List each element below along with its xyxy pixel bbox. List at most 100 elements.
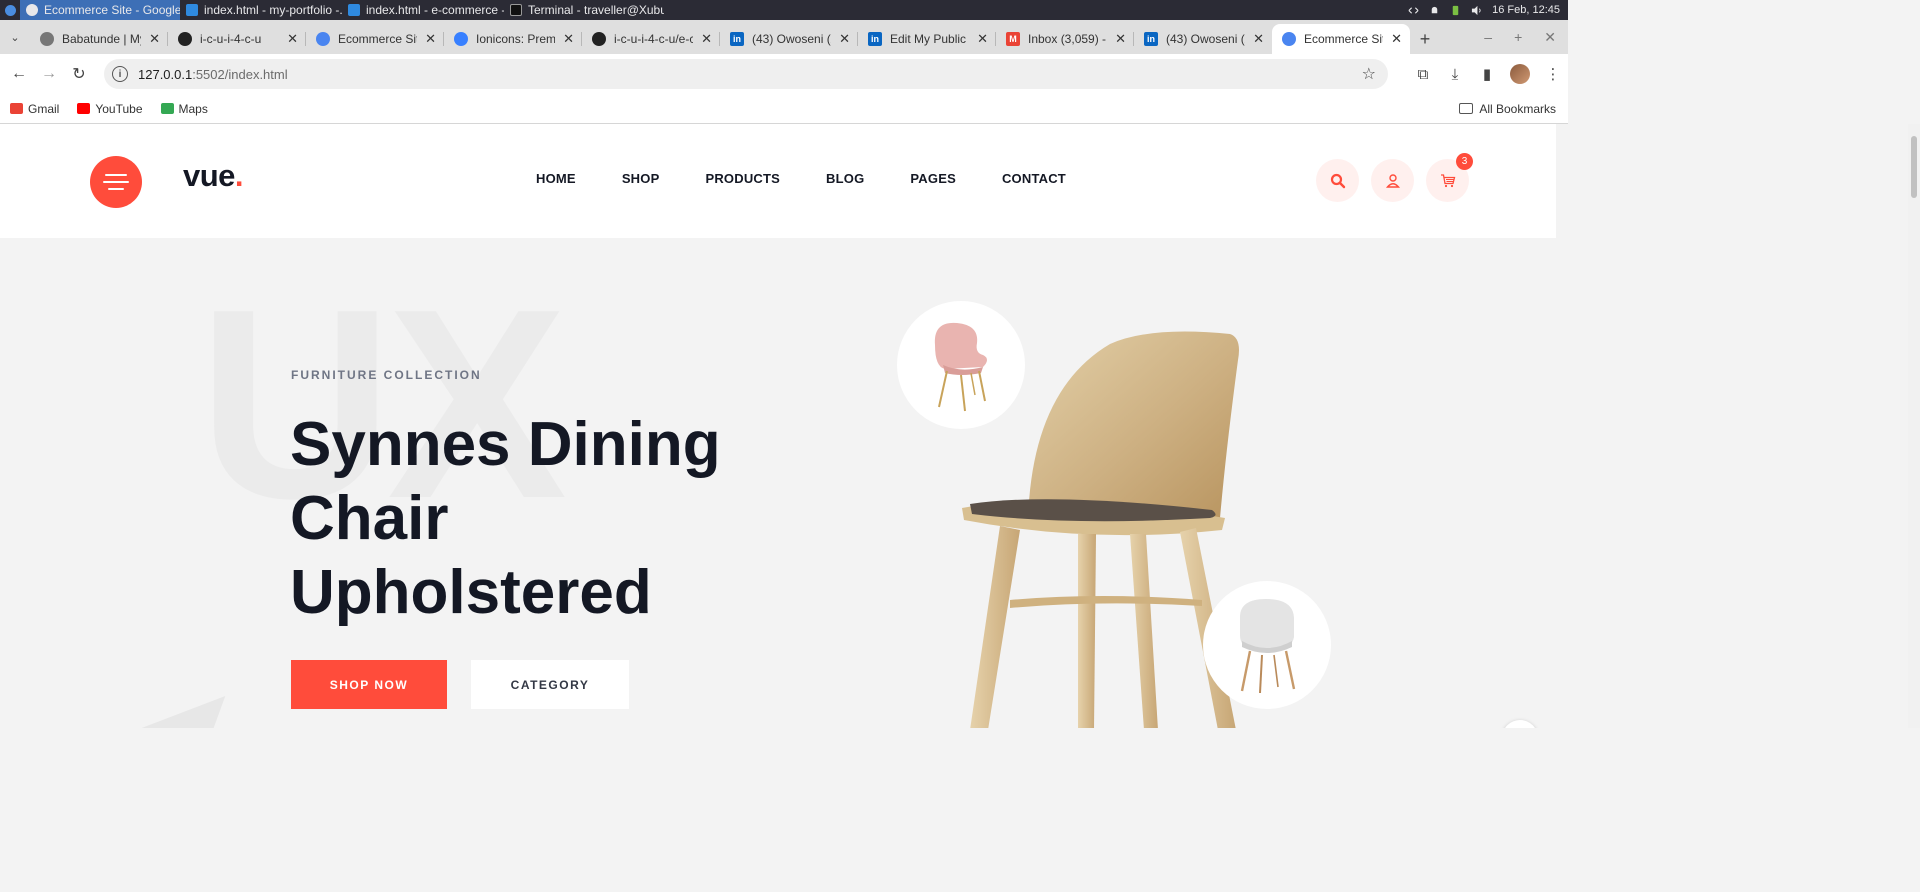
github-icon [178, 32, 192, 46]
network-icon[interactable] [1408, 5, 1419, 16]
browser-tab[interactable]: Ionicons: Premi ✕ [444, 24, 582, 54]
taskbar-item-terminal[interactable]: Terminal - traveller@Xubu... [504, 0, 664, 20]
minimize-icon[interactable]: – [1484, 29, 1492, 45]
window-controls: – + ✕ [1484, 20, 1568, 54]
linkedin-icon: in [868, 32, 882, 46]
extensions-icon[interactable]: ⧉ [1414, 65, 1432, 83]
product-thumbnail-white-chair[interactable] [1203, 581, 1331, 709]
bookmark-maps[interactable]: Maps [160, 102, 208, 116]
battery-icon[interactable] [1450, 5, 1461, 16]
globe-icon [40, 32, 54, 46]
tab-search-icon[interactable]: ⌄ [0, 20, 30, 54]
nav-link-shop[interactable]: SHOP [622, 171, 660, 186]
cart-count-badge: 3 [1456, 153, 1473, 170]
taskbar-item-vscode-ecommerce[interactable]: index.html - e-commerce -... [342, 0, 504, 20]
decorative-shape [120, 696, 226, 728]
gmail-icon: M [1006, 32, 1020, 46]
site-favicon-icon [1282, 32, 1296, 46]
white-chair-image [1240, 599, 1296, 693]
site-logo[interactable]: vue. [183, 158, 244, 194]
address-bar[interactable]: i 127.0.0.1:5502/index.html ☆ [104, 59, 1388, 89]
linkedin-icon: in [1144, 32, 1158, 46]
new-tab-button[interactable]: + [1410, 24, 1440, 54]
chrome-icon [26, 4, 38, 16]
clock[interactable]: 16 Feb, 12:45 [1492, 4, 1560, 16]
page-scrollbar[interactable] [1908, 124, 1920, 728]
browser-tab[interactable]: Babatunde | My ✕ [30, 24, 168, 54]
reload-icon[interactable]: ↻ [64, 59, 94, 89]
os-taskbar: Ecommerce Site - Google ... index.html -… [0, 0, 1568, 20]
browser-tab-active[interactable]: Ecommerce Site ✕ [1272, 24, 1410, 54]
cart-button[interactable]: 3 [1426, 153, 1473, 202]
more-menu-icon[interactable]: ⋮ [1544, 65, 1562, 83]
system-tray: 16 Feb, 12:45 [1408, 0, 1560, 20]
header-actions: 3 [1316, 153, 1473, 202]
account-button[interactable] [1371, 159, 1414, 202]
nav-link-home[interactable]: HOME [536, 171, 576, 186]
close-tab-icon[interactable]: ✕ [149, 31, 160, 47]
nav-link-blog[interactable]: BLOG [826, 171, 864, 186]
url-host: 127.0.0.1 [138, 66, 193, 82]
maps-icon [160, 103, 174, 114]
web-page: vue. HOME SHOP PRODUCTS BLOG PAGES CONTA… [0, 124, 1556, 728]
github-icon [592, 32, 606, 46]
hero-title: Synnes Dining Chair Upholstered [290, 410, 721, 627]
youtube-icon [77, 103, 91, 114]
close-tab-icon[interactable]: ✕ [287, 31, 298, 47]
bookmark-gmail[interactable]: Gmail [10, 102, 59, 116]
forward-icon[interactable]: → [34, 59, 64, 89]
notification-bell-icon[interactable] [1429, 5, 1440, 16]
vscode-icon [348, 4, 360, 16]
close-tab-icon[interactable]: ✕ [1253, 31, 1264, 47]
browser-tab[interactable]: M Inbox (3,059) - t ✕ [996, 24, 1134, 54]
close-tab-icon[interactable]: ✕ [977, 31, 988, 47]
browser-tab[interactable]: in Edit My Public P ✕ [858, 24, 996, 54]
all-bookmarks[interactable]: All Bookmarks [1459, 102, 1556, 116]
close-tab-icon[interactable]: ✕ [701, 31, 712, 47]
chat-widget-button[interactable] [1502, 720, 1538, 728]
profile-avatar[interactable] [1510, 64, 1530, 84]
taskbar-item-vscode-portfolio[interactable]: index.html - my-portfolio -... [180, 0, 342, 20]
browser-tab[interactable]: i-c-u-i-4-c-u ✕ [168, 24, 306, 54]
app-menu-icon[interactable] [0, 0, 20, 20]
terminal-icon [510, 4, 522, 16]
close-window-icon[interactable]: ✕ [1544, 29, 1556, 46]
browser-tab[interactable]: i-c-u-i-4-c-u/e-co ✕ [582, 24, 720, 54]
folder-icon [1459, 103, 1474, 114]
site-info-icon[interactable]: i [112, 66, 128, 82]
close-tab-icon[interactable]: ✕ [425, 31, 436, 47]
url-path: :5502/index.html [192, 66, 288, 82]
hamburger-menu-button[interactable] [90, 156, 142, 208]
gmail-icon [10, 103, 23, 114]
search-button[interactable] [1316, 159, 1359, 202]
nav-link-contact[interactable]: CONTACT [1002, 171, 1066, 186]
bookmarks-bar: Gmail YouTube Maps All Bookmarks [0, 94, 1568, 124]
category-button[interactable]: CATEGORY [471, 660, 629, 709]
close-tab-icon[interactable]: ✕ [1115, 31, 1126, 47]
shop-now-button[interactable]: SHOP NOW [291, 660, 447, 709]
close-tab-icon[interactable]: ✕ [563, 31, 574, 47]
site-favicon-icon [316, 32, 330, 46]
close-tab-icon[interactable]: ✕ [839, 31, 850, 47]
nav-link-products[interactable]: PRODUCTS [705, 171, 780, 186]
hero-eyebrow: FURNITURE COLLECTION [291, 368, 482, 382]
back-icon[interactable]: ← [4, 59, 34, 89]
volume-icon[interactable] [1471, 5, 1482, 16]
side-panel-icon[interactable]: ▮ [1478, 65, 1496, 83]
close-tab-icon[interactable]: ✕ [1391, 31, 1402, 47]
downloads-icon[interactable]: ⤓ [1446, 65, 1464, 83]
taskbar-item-chrome[interactable]: Ecommerce Site - Google ... [20, 0, 180, 20]
browser-tab[interactable]: in (43) Owoseni (A ✕ [1134, 24, 1272, 54]
site-header: vue. HOME SHOP PRODUCTS BLOG PAGES CONTA… [0, 124, 1556, 238]
browser-toolbar: ← → ↻ i 127.0.0.1:5502/index.html ☆ ⧉ ⤓ … [0, 54, 1568, 94]
nav-link-pages[interactable]: PAGES [910, 171, 956, 186]
chatbot-icon [1509, 727, 1531, 728]
browser-tab[interactable]: Ecommerce Site ✕ [306, 24, 444, 54]
search-icon [1330, 173, 1345, 188]
bookmark-star-icon[interactable]: ☆ [1362, 64, 1376, 84]
scrollbar-thumb[interactable] [1911, 136, 1917, 198]
maximize-icon[interactable]: + [1514, 29, 1522, 45]
vscode-icon [186, 4, 198, 16]
bookmark-youtube[interactable]: YouTube [77, 102, 143, 116]
browser-tab[interactable]: in (43) Owoseni (A ✕ [720, 24, 858, 54]
